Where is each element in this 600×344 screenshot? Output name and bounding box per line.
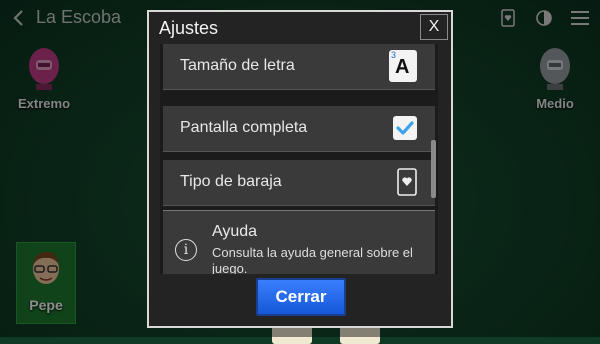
help-item[interactable]: i Ayuda Consulta la ayuda general sobre … — [163, 210, 435, 274]
settings-dialog: Ajustes X Tamaño de letra 3 A Pantalla c… — [147, 10, 453, 328]
dialog-title: Ajustes — [159, 18, 219, 38]
cerrar-button[interactable]: Cerrar — [256, 278, 346, 316]
deck-icon[interactable] — [397, 168, 417, 196]
check-icon — [396, 121, 414, 135]
setting-label: Tamaño de letra — [180, 57, 295, 74]
setting-font-size[interactable]: Tamaño de letra 3 A — [163, 44, 435, 90]
font-size-icon[interactable]: 3 A — [389, 50, 417, 82]
setting-label: Pantalla completa — [180, 119, 308, 136]
help-description: Consulta la ayuda general sobre el juego… — [212, 245, 413, 274]
scrollbar[interactable] — [431, 140, 436, 198]
setting-deck-type[interactable]: Tipo de baraja — [163, 160, 435, 206]
info-icon: i — [175, 239, 197, 261]
font-size-glyph: A — [395, 56, 410, 78]
help-title: Ayuda — [212, 223, 258, 240]
setting-label: Tipo de baraja — [180, 173, 282, 190]
close-button[interactable]: X — [420, 14, 448, 40]
setting-fullscreen[interactable]: Pantalla completa — [163, 106, 435, 152]
settings-list[interactable]: Tamaño de letra 3 A Pantalla completa Ti… — [160, 44, 438, 274]
fullscreen-checkbox[interactable] — [393, 116, 417, 140]
